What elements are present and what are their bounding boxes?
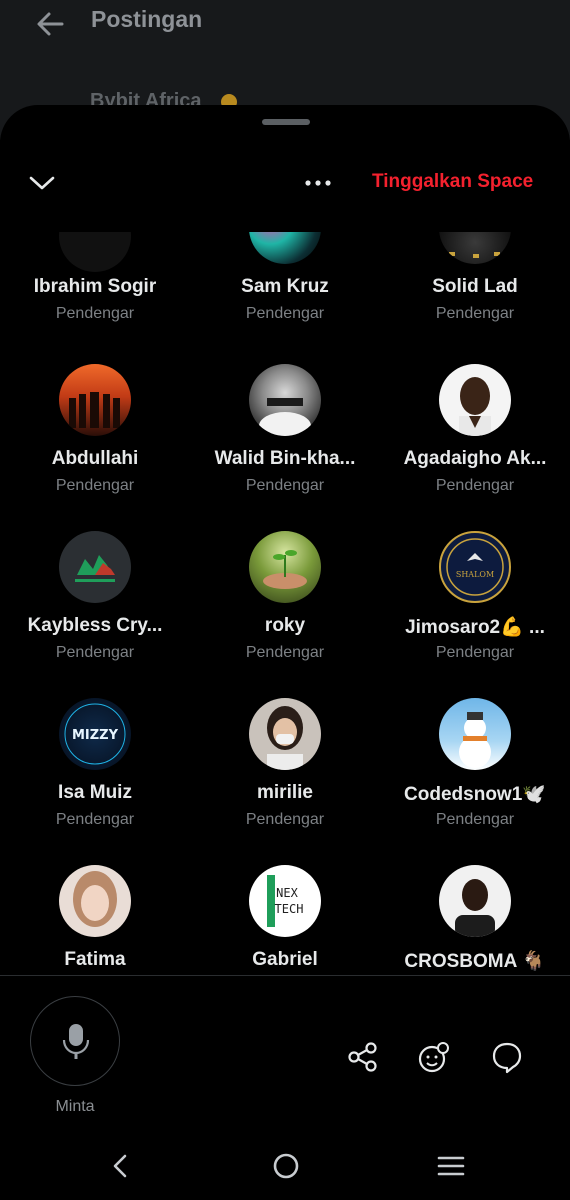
shalom-logo-text: SHALOM <box>456 570 494 579</box>
snowman-graphic <box>459 712 491 768</box>
participant-name: mirilie <box>257 782 313 803</box>
bull-bear-logo-graphic <box>75 555 115 582</box>
participant-role: Pendengar <box>245 644 325 661</box>
participants-grid: Ibrahim Sogir Pendengar Sam Kruz Pendeng… <box>0 232 570 977</box>
avatar <box>249 698 321 770</box>
avatar <box>439 364 511 436</box>
tech-logo-text: TECH <box>275 902 304 916</box>
avatar <box>439 698 511 770</box>
participant-role: Pendengar <box>245 811 325 828</box>
page-title: Postingan <box>91 6 203 32</box>
participant-name: Ibrahim Sogir <box>33 276 157 297</box>
participant-name: Codedsnow1🕊️ <box>404 784 546 805</box>
participant-name: CROSBOMA 🐐 <box>404 951 546 972</box>
participant-name: Walid Bin-kha... <box>214 448 356 469</box>
request-mic-button[interactable] <box>30 996 120 1086</box>
emoji-react-icon[interactable] <box>417 1040 451 1074</box>
mizzy-logo-graphic: MIZZY <box>64 703 126 765</box>
microphone-icon <box>62 1024 90 1059</box>
nex-tech-logo-graphic: NEX TECH <box>267 875 304 927</box>
girl-mask-graphic <box>267 706 303 770</box>
avatar <box>249 531 321 603</box>
avatar: MIZZY <box>59 698 131 770</box>
mic-request-label: Minta <box>55 1098 95 1115</box>
leave-space-button[interactable]: Tinggalkan Space <box>372 171 533 193</box>
participant-name: Agadaigho Ak... <box>403 448 547 469</box>
participant-role: Pendengar <box>435 305 515 322</box>
participant-name: Jimosaro2💪 ... <box>405 617 545 638</box>
portrait-graphic <box>459 377 491 436</box>
shalom-seal-graphic: SHALOM <box>446 538 504 596</box>
avatar <box>249 232 321 264</box>
participant-role: Pendengar <box>245 477 325 494</box>
participant-role: Pendengar <box>55 811 135 828</box>
more-dots-icon[interactable] <box>300 171 336 195</box>
participant-role: Pendengar <box>55 644 135 661</box>
avatar <box>59 865 131 937</box>
avatar <box>249 364 321 436</box>
participant-name: Kaybless Cry... <box>27 615 163 636</box>
participant-role: Pendengar <box>435 477 515 494</box>
system-back-icon[interactable] <box>106 1151 136 1181</box>
participant-name: Gabriel <box>252 949 318 970</box>
arrow-left-icon[interactable] <box>34 8 66 40</box>
mizzy-logo-text: MIZZY <box>72 728 119 743</box>
participant-name: roky <box>264 615 306 636</box>
silhouettes-graphic <box>69 392 120 428</box>
chevron-down-icon[interactable] <box>28 171 56 195</box>
avatar <box>59 232 131 272</box>
participant-name: Fatima <box>64 949 126 970</box>
participant-role: Pendengar <box>55 477 135 494</box>
avatar <box>439 232 511 264</box>
veiled-figure-graphic <box>259 398 311 436</box>
system-home-icon[interactable] <box>271 1151 301 1181</box>
avatar: NEX TECH <box>249 865 321 937</box>
avatar <box>59 531 131 603</box>
participant-role: Pendengar <box>435 811 515 828</box>
system-recents-icon[interactable] <box>436 1151 466 1181</box>
chat-bubble-icon[interactable] <box>490 1040 524 1074</box>
share-icon[interactable] <box>346 1040 380 1074</box>
participant-role: Pendengar <box>245 305 325 322</box>
participant-role: Pendengar <box>55 305 135 322</box>
nex-logo-text: NEX <box>276 886 298 900</box>
participant-name: Abdullahi <box>51 448 139 469</box>
participant-role: Pendengar <box>435 644 515 661</box>
avatar <box>439 865 511 937</box>
participant-name: Sam Kruz <box>241 276 329 297</box>
avatar: SHALOM <box>439 531 511 603</box>
girl-portrait-graphic <box>73 871 117 927</box>
participant-name: Isa Muiz <box>58 782 132 803</box>
man-portrait-graphic <box>455 879 495 937</box>
drag-handle[interactable] <box>262 119 310 125</box>
plant-in-hand-graphic <box>263 550 307 589</box>
space-sheet: Tinggalkan Space Ibrahim Sogir Pendengar… <box>0 105 570 1200</box>
divider <box>0 975 570 976</box>
avatar <box>59 364 131 436</box>
participant-name: Solid Lad <box>432 276 518 297</box>
